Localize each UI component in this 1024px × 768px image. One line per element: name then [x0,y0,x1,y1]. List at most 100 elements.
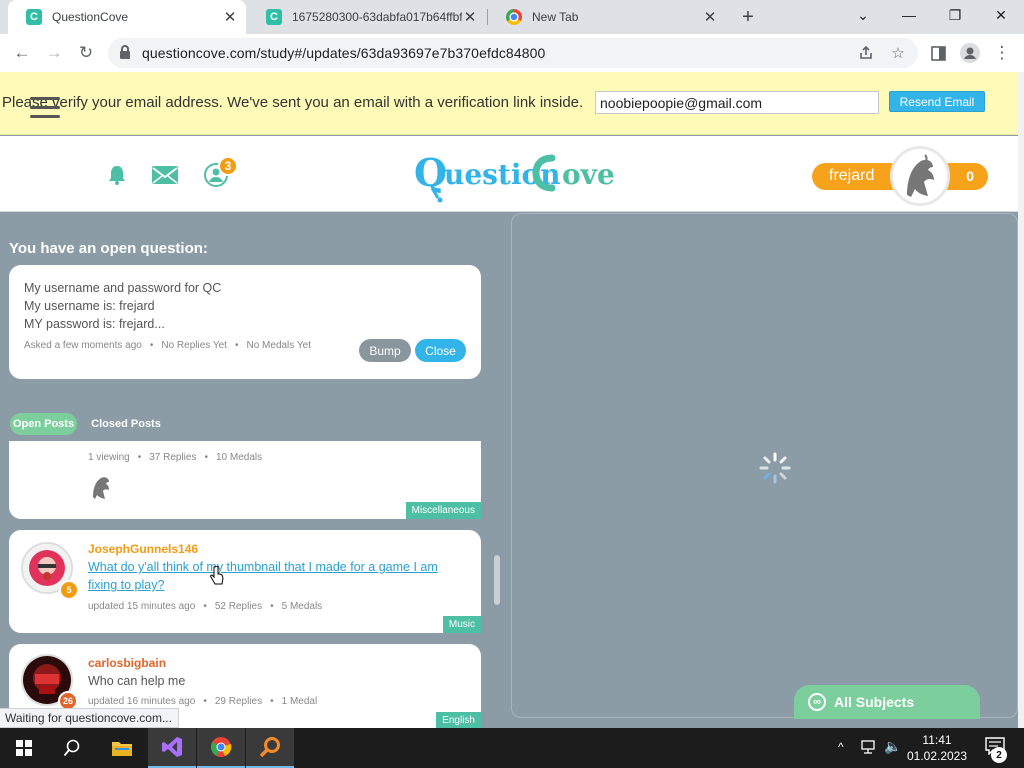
post-title-link[interactable]: What do y'all think of my thumbnail that… [88,558,448,594]
subject-tag[interactable]: Miscellaneous [405,502,481,519]
post-meta: updated 15 minutes ago • 52 Replies • 5 … [88,601,323,612]
network-icon[interactable] [860,738,878,759]
svg-text:ove: ove [562,158,615,191]
tab-close-icon[interactable]: ✕ [222,8,238,26]
open-question-card[interactable]: My username and password for QC My usern… [9,265,481,379]
post-username[interactable]: JosephGunnels146 [88,542,198,556]
bell-icon[interactable] [104,162,130,188]
post-title[interactable]: Who can help me [88,674,185,688]
close-question-button[interactable]: Close [415,339,466,362]
medals-count: 5 Medals [281,601,323,612]
post-username[interactable]: carlosbigbain [88,656,166,670]
updated-time: updated 16 minutes ago [88,696,196,707]
tab-search-dropdown-icon[interactable]: ⌄ [840,0,886,30]
windows-logo-icon [16,740,32,756]
medals-count: 1 Medal [281,696,318,707]
replies-count: 37 Replies [149,452,197,463]
menu-kebab-icon[interactable]: ⋮ [990,41,1014,65]
tab-close-icon[interactable]: ✕ [462,8,478,26]
chrome-favicon-icon [506,9,522,25]
mail-icon[interactable] [152,162,178,188]
system-clock[interactable]: 11:41 01.02.2023 [900,732,974,764]
all-subjects-button[interactable]: ∞ All Subjects [794,685,980,719]
bookmark-star-icon[interactable]: ☆ [886,41,910,65]
question-line: My username is: frejard [24,299,155,313]
tray-overflow-icon[interactable]: ^ [838,740,844,754]
list-item[interactable]: 1 viewing • 37 Replies • 10 Medals Misce… [9,441,481,519]
verify-message: Please verify your email address. We've … [2,94,584,111]
clock-date: 01.02.2023 [906,749,968,763]
question-line: My username and password for QC [24,281,222,295]
level-badge: 5 [59,580,79,600]
dolphin-viewer-icon[interactable] [89,473,113,501]
tab-title: New Tab [532,10,579,24]
notification-count-badge: 2 [991,747,1007,763]
bump-button[interactable]: Bump [359,339,411,362]
forward-button[interactable]: → [42,41,66,65]
post-meta: updated 16 minutes ago • 29 Replies • 1 … [88,696,318,707]
all-subjects-label: All Subjects [834,694,915,710]
tab-questioncove[interactable]: C QuestionCove ✕ [8,0,246,34]
tab-strip: C QuestionCove ✕ C 1675280300-63dabfa017… [0,0,1024,34]
start-button[interactable] [0,728,48,768]
windows-taskbar: ^ 🔈 11:41 01.02.2023 2 [0,728,1024,768]
replies-count: 29 Replies [214,696,263,707]
new-tab-button[interactable]: + [738,5,758,29]
tab-closed-posts[interactable]: Closed Posts [86,413,166,435]
questioncove-logo[interactable]: Q uestion ove [412,144,616,204]
address-bar[interactable]: questioncove.com/study#/updates/63da9369… [108,38,918,68]
asked-time: Asked a few moments ago [24,340,142,351]
back-button[interactable]: ← [10,41,34,65]
side-panel-icon[interactable] [926,41,950,65]
updates-feed-column: You have an open question: My username a… [0,221,501,728]
friend-requests-badge[interactable]: 3 [218,156,238,176]
share-icon[interactable] [854,41,878,65]
tab-title: 1675280300-63dabfa017b64ffbf [292,10,462,24]
tab-close-icon[interactable]: ✕ [702,8,718,26]
url-text[interactable]: questioncove.com/study#/updates/63da9369… [142,45,545,61]
replies-count: No Replies Yet [161,340,227,351]
feed-scrollbar[interactable] [494,555,500,605]
medals-count: 10 Medals [216,452,263,463]
page-scrollbar[interactable] [1018,72,1024,728]
visual-studio-button[interactable] [148,728,196,768]
open-question-heading: You have an open question: [9,240,208,257]
question-meta: Asked a few moments ago • No Replies Yet… [24,340,311,351]
close-window-button[interactable]: ✕ [978,0,1024,30]
lock-icon[interactable] [120,45,130,59]
browser-toolbar: ← → ↻ questioncove.com/study#/updates/63… [0,34,1024,72]
magnifier-app-button[interactable] [246,728,294,768]
clock-time: 11:41 [922,733,952,747]
medals-count: No Medals Yet [246,340,311,351]
volume-icon[interactable]: 🔈 [884,738,901,755]
hand-cursor-icon [210,565,224,586]
visual-studio-icon [162,737,182,757]
profile-avatar-icon[interactable] [958,41,982,65]
resend-email-button[interactable]: Resend Email [889,91,985,112]
reload-button[interactable]: ↻ [74,41,98,65]
browser-status-bubble: Waiting for questioncove.com... [0,708,179,728]
question-line: MY password is: frejard... [24,317,165,331]
folder-icon [112,742,132,756]
chrome-icon [211,737,232,757]
tab-open-posts[interactable]: Open Posts [10,413,77,435]
user-score: 0 [966,168,974,184]
search-icon [63,739,80,757]
user-avatar[interactable] [890,146,950,206]
list-item[interactable]: 5 JosephGunnels146 What do y'all think o… [9,530,481,633]
search-button[interactable] [48,728,96,768]
verify-email-banner: Please verify your email address. We've … [0,72,1018,135]
username-label: frejard [829,167,875,184]
subject-tag[interactable]: English [436,712,481,728]
chrome-taskbar-button[interactable] [197,728,245,768]
tab-image[interactable]: C 1675280300-63dabfa017b64ffbf ✕ [248,0,486,34]
content-panel: ∞ All Subjects [511,213,1018,719]
restore-button[interactable]: ❐ [932,0,978,30]
questioncove-favicon-icon: C [26,9,42,25]
email-field[interactable] [595,91,879,114]
subject-tag[interactable]: Music [442,616,481,633]
hamburger-menu-icon[interactable] [30,97,60,119]
tab-new-tab[interactable]: New Tab ✕ [488,0,726,34]
minimize-button[interactable]: — [886,0,932,30]
file-explorer-button[interactable] [98,728,146,768]
